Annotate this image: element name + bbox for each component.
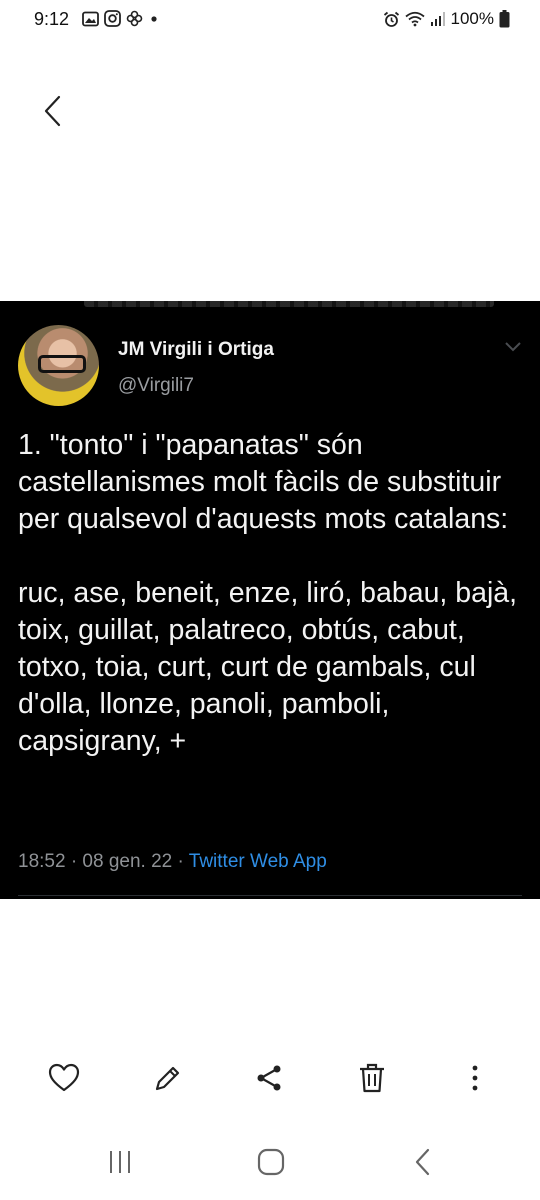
status-time: 9:12 xyxy=(34,9,70,29)
wifi-icon xyxy=(404,11,425,27)
tweet-timestamp: 18:52 · 08 gen. 22 · xyxy=(18,851,189,872)
status-notification-icons xyxy=(82,10,160,27)
battery-percent: 100% xyxy=(450,9,494,28)
cropped-text-strip xyxy=(84,301,494,307)
gallery-icon xyxy=(82,11,99,27)
tweet-text: 1. "tonto" i "papanatas" són castellanis… xyxy=(18,429,518,757)
recents-button[interactable] xyxy=(102,1144,138,1180)
delete-button[interactable] xyxy=(354,1060,390,1096)
back-arrow-icon xyxy=(44,95,61,127)
edit-button[interactable] xyxy=(150,1060,186,1096)
chevron-down-icon xyxy=(505,342,521,352)
home-icon xyxy=(257,1148,285,1176)
edit-icon xyxy=(155,1066,180,1091)
status-bar: 9:12 100% xyxy=(0,0,540,40)
pinwheel-icon xyxy=(126,10,143,27)
alarm-icon xyxy=(383,11,400,28)
delete-icon xyxy=(360,1063,384,1093)
status-right: 100% xyxy=(383,9,510,29)
author-handle: @Virgili7 xyxy=(118,375,194,396)
heart-icon xyxy=(48,1063,80,1092)
tweet-screenshot: JM Virgili i Ortiga @Virgili7 1. "tonto"… xyxy=(0,301,540,899)
share-button[interactable] xyxy=(251,1060,287,1096)
navigation-bar xyxy=(0,1140,540,1184)
share-icon xyxy=(257,1065,281,1091)
tweet-meta: 18:52 · 08 gen. 22 · Twitter Web App xyxy=(18,851,327,873)
favorite-button[interactable] xyxy=(46,1060,82,1096)
divider xyxy=(18,895,522,896)
home-button[interactable] xyxy=(253,1144,289,1180)
signal-icon xyxy=(430,11,446,27)
back-icon xyxy=(415,1148,430,1176)
instagram-icon xyxy=(104,10,121,27)
nav-back-button[interactable] xyxy=(405,1144,441,1180)
back-button[interactable] xyxy=(38,92,68,130)
more-options-button[interactable] xyxy=(457,1060,493,1096)
action-bar xyxy=(0,1060,540,1100)
tweet-source: Twitter Web App xyxy=(188,851,327,872)
battery-icon xyxy=(499,10,510,28)
recents-icon xyxy=(110,1151,130,1173)
more-icon xyxy=(472,1065,478,1091)
author-name: JM Virgili i Ortiga xyxy=(118,339,274,360)
dot-icon xyxy=(148,13,160,25)
avatar xyxy=(18,325,99,406)
